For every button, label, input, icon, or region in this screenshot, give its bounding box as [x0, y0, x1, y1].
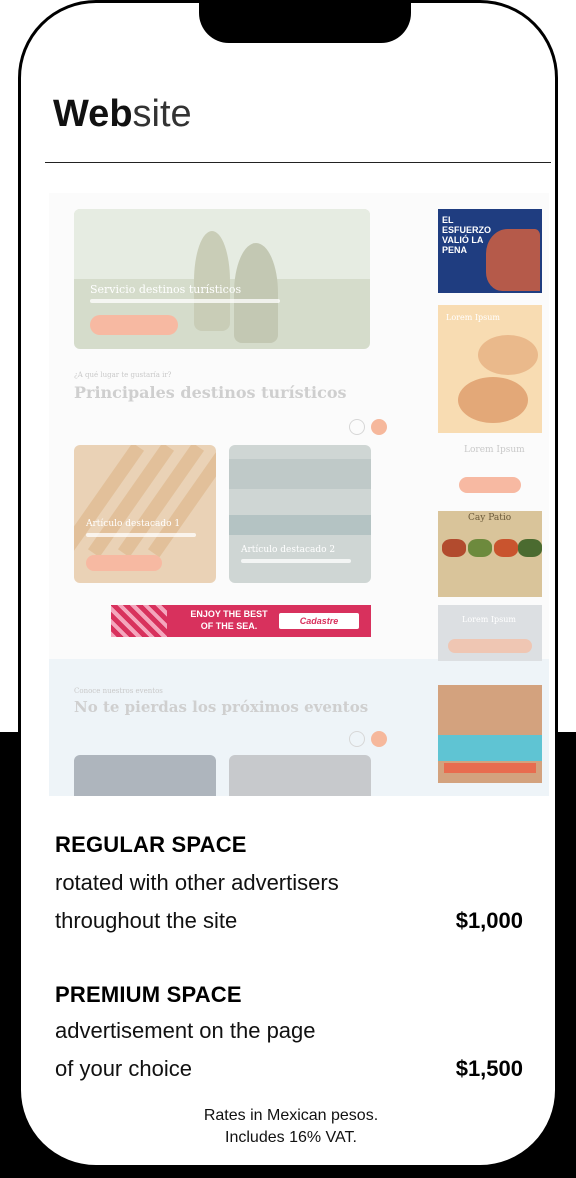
regular-plan-name: REGULAR SPACE	[55, 832, 247, 857]
regular-plan-desc1: rotated with other advertisers	[55, 870, 339, 895]
regular-plan-desc2: throughout the site	[55, 908, 238, 933]
phone-frame: Website Servicio destinos turísticos ¿A …	[18, 0, 558, 1168]
premium-plan-price: $1,500	[455, 1056, 523, 1081]
premium-plan-name: PREMIUM SPACE	[55, 982, 242, 1007]
footnote-line1: Rates in Mexican pesos.	[203, 1107, 379, 1124]
regular-plan-price: $1,000	[455, 908, 523, 933]
premium-plan-desc1: advertisement on the page	[55, 1018, 316, 1043]
footnote-line2: Includes 16% VAT.	[225, 1129, 357, 1146]
pricing-section: REGULAR SPACE rotated with other adverti…	[21, 3, 555, 1165]
premium-plan-desc2: of your choice	[55, 1056, 192, 1081]
